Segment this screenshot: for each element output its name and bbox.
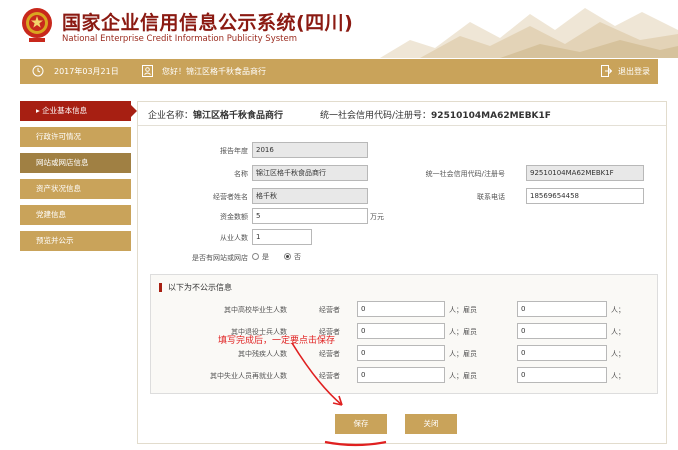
unemployed-employee-input[interactable]: 0 [517, 367, 607, 383]
capital-unit: 万元 [370, 213, 384, 221]
site-subtitle: National Enterprise Credit Information P… [62, 34, 297, 44]
sidebar-item-license[interactable]: 行政许可情况 [20, 127, 131, 147]
radio-no[interactable] [284, 253, 291, 260]
radio-yes-label: 是 [262, 253, 269, 261]
unemployed-employee-label: 人；雇员 [449, 372, 477, 380]
phone-label: 联系电话 [477, 193, 505, 201]
staff-field[interactable]: 1 [252, 229, 312, 245]
unemployed-operator-input[interactable]: 0 [357, 367, 445, 383]
sidebar-item-website[interactable]: 网站或网店信息 [20, 153, 131, 173]
sidebar: ▸ 企业基本信息 行政许可情况 网站或网店信息 资产状况信息 党建信息 预览并公… [20, 101, 137, 257]
staff-label: 从业人数 [220, 234, 248, 242]
close-button[interactable]: 关闭 [405, 414, 457, 434]
phone-field[interactable]: 18569654458 [526, 188, 644, 204]
current-date: 2017年03月21日 [54, 67, 119, 76]
name-label: 名称 [234, 170, 248, 178]
logout-link[interactable]: 退出登录 [618, 66, 650, 77]
operator-field[interactable]: 格千秋 [252, 188, 368, 204]
year-field[interactable]: 2016 [252, 142, 368, 158]
main-panel: 企业名称：锦江区格千秋食品商行 统一社会信用代码/注册号：92510104MA6… [137, 101, 667, 444]
sidebar-item-basic-info[interactable]: ▸ 企业基本信息 [20, 101, 137, 121]
grad-employee-label: 人；雇员 [449, 306, 477, 314]
disabled-employee-input[interactable]: 0 [517, 345, 607, 361]
grad-label: 其中高校毕业生人数 [224, 306, 287, 314]
private-section-title: 以下为不公示信息 [159, 283, 232, 292]
user-greeting: 您好！锦江区格千秋食品商行 [162, 67, 266, 76]
name-field[interactable]: 锦江区格千秋食品商行 [252, 165, 368, 181]
capital-label: 资金数额 [220, 213, 248, 221]
disabled-person-suffix: 人； [611, 350, 625, 358]
veteran-employee-input[interactable]: 0 [517, 323, 607, 339]
veteran-employee-label: 人；雇员 [449, 328, 477, 336]
logout-icon[interactable] [601, 65, 612, 77]
sidebar-item-preview[interactable]: 预览并公示 [20, 231, 131, 251]
disabled-label: 其中残疾人人数 [238, 350, 287, 358]
year-label: 报告年度 [220, 147, 248, 155]
divider [138, 125, 666, 126]
capital-field[interactable]: 5 [252, 208, 368, 224]
enterprise-name-heading: 企业名称：锦江区格千秋食品商行 [148, 111, 284, 121]
user-card-icon [142, 65, 153, 77]
credit-code-field[interactable]: 92510104MA62MEBK1F [526, 165, 644, 181]
radio-yes[interactable] [252, 253, 259, 260]
disabled-operator-input[interactable]: 0 [357, 345, 445, 361]
disabled-operator-label: 经营者 [319, 350, 340, 358]
grad-operator-input[interactable]: 0 [357, 301, 445, 317]
annotation-text: 填写完成后，一定要点击保存 [218, 336, 336, 346]
top-bar: 2017年03月21日 您好！锦江区格千秋食品商行 退出登录 [20, 59, 658, 84]
unemployed-label: 其中失业人员再就业人数 [210, 372, 287, 380]
site-title: 国家企业信用信息公示系统(四川) [62, 12, 354, 34]
grad-employee-input[interactable]: 0 [517, 301, 607, 317]
mountain-decoration [380, 8, 678, 58]
veteran-operator-input[interactable]: 0 [357, 323, 445, 339]
save-button[interactable]: 保存 [335, 414, 387, 434]
credit-code-label: 统一社会信用代码/注册号 [425, 170, 505, 178]
operator-label: 经营者姓名 [213, 193, 248, 201]
disabled-employee-label: 人；雇员 [449, 350, 477, 358]
website-label: 是否有网站或网店 [192, 254, 248, 262]
grad-person-suffix: 人； [611, 306, 625, 314]
clock-icon [32, 65, 44, 77]
site-header: 国家企业信用信息公示系统(四川) National Enterprise Cre… [0, 0, 678, 58]
radio-no-label: 否 [294, 253, 301, 261]
unemployed-operator-label: 经营者 [319, 372, 340, 380]
national-emblem-icon [22, 8, 52, 42]
veteran-person-suffix: 人； [611, 328, 625, 336]
grad-operator-label: 经营者 [319, 306, 340, 314]
unemployed-person-suffix: 人； [611, 372, 625, 380]
sidebar-item-party[interactable]: 党建信息 [20, 205, 131, 225]
credit-code-heading: 统一社会信用代码/注册号：92510104MA62MEBK1F [320, 111, 551, 121]
sidebar-item-assets[interactable]: 资产状况信息 [20, 179, 131, 199]
